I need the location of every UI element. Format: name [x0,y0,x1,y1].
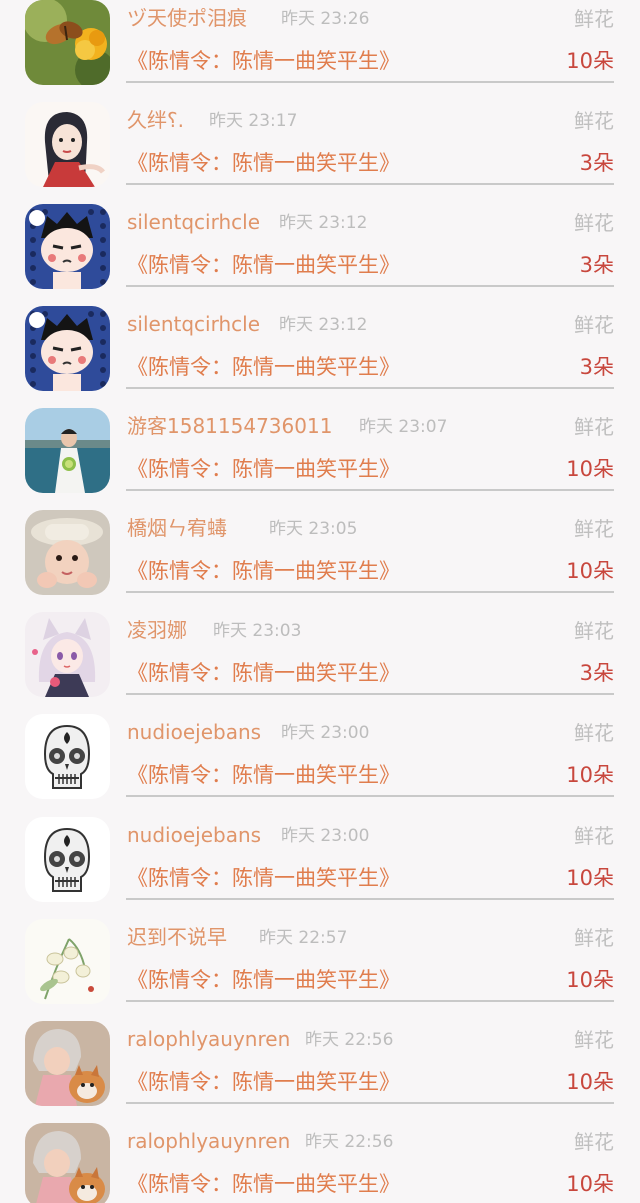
user-name[interactable]: silentqcirhcle [127,310,260,338]
timestamp: 昨天 22:56 [305,1132,394,1152]
user-name[interactable]: ralophlyauynren [127,1025,290,1053]
ancient-girl-avatar[interactable] [25,102,110,187]
timestamp: 昨天 23:26 [281,9,370,29]
gift-record-row[interactable]: nudioejebans 昨天 23:00 鲜花 《陈情令：陈情一曲笑平生》 1… [0,714,640,817]
gift-count: 10朵 [566,1172,614,1196]
gift-count: 3朵 [579,253,614,277]
timestamp: 昨天 23:03 [213,621,302,641]
timestamp: 昨天 23:17 [209,111,298,131]
work-title-link[interactable]: 《陈情令：陈情一曲笑平生》 [127,353,400,381]
bride-seaside-avatar[interactable] [25,408,110,493]
sugar-skull-avatar[interactable] [25,714,110,799]
gift-type-label: 鲜花 [574,415,614,439]
user-name[interactable]: 凌羽娜 [127,616,187,644]
gift-record-row[interactable]: 凌羽娜 昨天 23:03 鲜花 《陈情令：陈情一曲笑平生》 3朵 [0,612,640,715]
work-title-link[interactable]: 《陈情令：陈情一曲笑平生》 [127,659,400,687]
row-divider [126,489,614,491]
timestamp: 昨天 22:56 [305,1030,394,1050]
row-divider [126,387,614,389]
gift-record-row[interactable]: ralophlyauynren 昨天 22:56 鲜花 《陈情令：陈情一曲笑平生… [0,1021,640,1124]
timestamp: 昨天 23:05 [269,519,358,539]
row-divider [126,795,614,797]
child-hat-avatar[interactable] [25,510,110,595]
gift-record-row[interactable]: 游客1581154736011 昨天 23:07 鲜花 《陈情令：陈情一曲笑平生… [0,408,640,511]
user-name[interactable]: 橋烟ㄣ宥蝳 [127,514,227,542]
timestamp: 昨天 22:57 [259,928,348,948]
work-title-link[interactable]: 《陈情令：陈情一曲笑平生》 [127,251,400,279]
girl-dog-avatar[interactable] [25,1123,110,1203]
gift-count: 10朵 [566,763,614,787]
lily-flower-avatar[interactable] [25,919,110,1004]
user-name[interactable]: ralophlyauynren [127,1127,290,1155]
gift-type-label: 鲜花 [574,824,614,848]
work-title-link[interactable]: 《陈情令：陈情一曲笑平生》 [127,149,400,177]
gift-count: 10朵 [566,968,614,992]
work-title-link[interactable]: 《陈情令：陈情一曲笑平生》 [127,455,400,483]
gift-record-list: ヅ天使ポ泪痕 昨天 23:26 鲜花 《陈情令：陈情一曲笑平生》 10朵 久绊⸮… [0,0,640,1203]
sugar-skull-avatar[interactable] [25,817,110,902]
work-title-link[interactable]: 《陈情令：陈情一曲笑平生》 [127,761,400,789]
row-divider [126,1000,614,1002]
user-name[interactable]: silentqcirhcle [127,208,260,236]
row-divider [126,693,614,695]
gift-type-label: 鲜花 [574,517,614,541]
user-name[interactable]: nudioejebans [127,821,261,849]
gift-record-row[interactable]: 久绊⸮. 昨天 23:17 鲜花 《陈情令：陈情一曲笑平生》 3朵 [0,102,640,205]
timestamp: 昨天 23:00 [281,723,370,743]
gift-record-row[interactable]: silentqcirhcle 昨天 23:12 鲜花 《陈情令：陈情一曲笑平生》… [0,204,640,307]
row-divider [126,183,614,185]
work-title-link[interactable]: 《陈情令：陈情一曲笑平生》 [127,864,400,892]
gift-count: 10朵 [566,49,614,73]
gift-record-row[interactable]: silentqcirhcle 昨天 23:12 鲜花 《陈情令：陈情一曲笑平生》… [0,306,640,409]
gift-count: 10朵 [566,866,614,890]
user-name[interactable]: 迟到不说早 [127,923,227,951]
gift-type-label: 鲜花 [574,211,614,235]
timestamp: 昨天 23:12 [279,315,368,335]
gift-record-row[interactable]: 橋烟ㄣ宥蝳 昨天 23:05 鲜花 《陈情令：陈情一曲笑平生》 10朵 [0,510,640,613]
gift-record-row[interactable]: ヅ天使ポ泪痕 昨天 23:26 鲜花 《陈情令：陈情一曲笑平生》 10朵 [0,0,640,103]
gift-record-row[interactable]: ralophlyauynren 昨天 22:56 鲜花 《陈情令：陈情一曲笑平生… [0,1123,640,1203]
row-divider [126,1102,614,1104]
work-title-link[interactable]: 《陈情令：陈情一曲笑平生》 [127,1170,400,1198]
gift-record-row[interactable]: 迟到不说早 昨天 22:57 鲜花 《陈情令：陈情一曲笑平生》 10朵 [0,919,640,1022]
gift-type-label: 鲜花 [574,7,614,31]
user-name[interactable]: 久绊⸮. [127,106,184,134]
timestamp: 昨天 23:07 [359,417,448,437]
row-divider [126,898,614,900]
user-name[interactable]: ヅ天使ポ泪痕 [127,4,247,32]
user-name[interactable]: nudioejebans [127,718,261,746]
gift-count: 3朵 [579,661,614,685]
work-title-link[interactable]: 《陈情令：陈情一曲笑平生》 [127,47,400,75]
gift-type-label: 鲜花 [574,926,614,950]
work-title-link[interactable]: 《陈情令：陈情一曲笑平生》 [127,1068,400,1096]
row-divider [126,591,614,593]
row-divider [126,81,614,83]
timestamp: 昨天 23:00 [281,826,370,846]
gift-type-label: 鲜花 [574,109,614,133]
gift-type-label: 鲜花 [574,313,614,337]
work-title-link[interactable]: 《陈情令：陈情一曲笑平生》 [127,966,400,994]
cartoon-boy-avatar[interactable] [25,306,110,391]
gift-count: 10朵 [566,457,614,481]
gift-count: 10朵 [566,559,614,583]
anime-catgirl-avatar[interactable] [25,612,110,697]
butterfly-flower-avatar[interactable] [25,0,110,85]
gift-count: 3朵 [579,355,614,379]
gift-type-label: 鲜花 [574,1130,614,1154]
gift-type-label: 鲜花 [574,721,614,745]
timestamp: 昨天 23:12 [279,213,368,233]
gift-count: 10朵 [566,1070,614,1094]
gift-type-label: 鲜花 [574,1028,614,1052]
girl-dog-avatar[interactable] [25,1021,110,1106]
gift-count: 3朵 [579,151,614,175]
row-divider [126,285,614,287]
user-name[interactable]: 游客1581154736011 [127,412,332,440]
gift-record-row[interactable]: nudioejebans 昨天 23:00 鲜花 《陈情令：陈情一曲笑平生》 1… [0,817,640,920]
work-title-link[interactable]: 《陈情令：陈情一曲笑平生》 [127,557,400,585]
cartoon-boy-avatar[interactable] [25,204,110,289]
gift-type-label: 鲜花 [574,619,614,643]
